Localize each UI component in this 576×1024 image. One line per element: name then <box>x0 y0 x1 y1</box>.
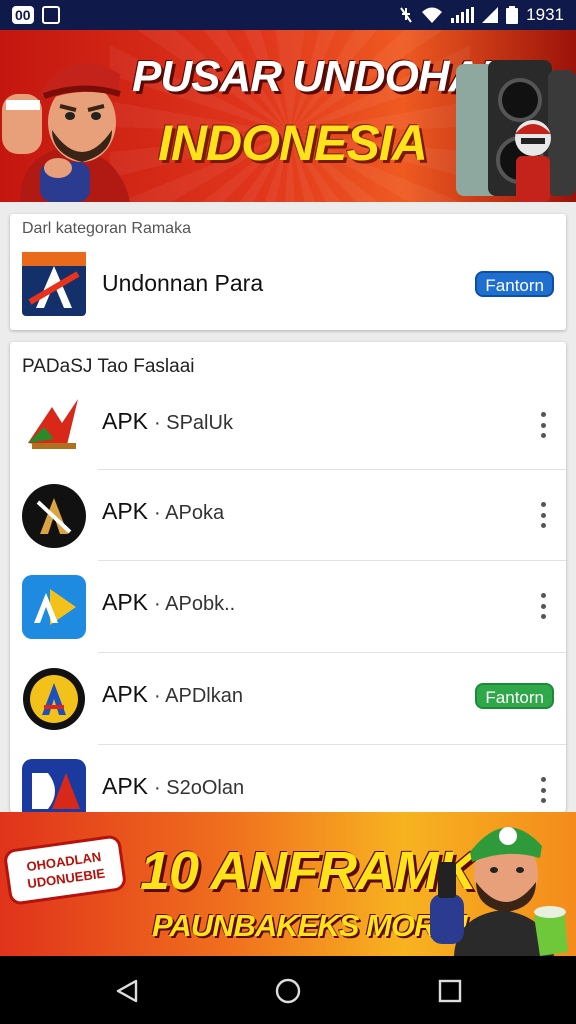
screen: 00 1931 PUSAR UNDOHAN INDONESIA Darl kat… <box>0 0 576 1024</box>
bottom-promo-banner[interactable]: OHOADLAN UDONUEBIE 10 ANFRAMK PAUNBAKEKS… <box>0 812 576 956</box>
list-item[interactable]: APK · SPalUk <box>10 380 566 470</box>
app-list-header: PADaSJ Tao Faslaai <box>22 356 195 377</box>
install-button[interactable]: Fantorn <box>475 683 554 709</box>
bottom-banner-title: 10 ANFRAMK <box>140 841 477 901</box>
bottom-banner-subtitle: PAUNBAKEKS MORO! <box>152 908 469 943</box>
top-promo-banner[interactable]: PUSAR UNDOHAN INDONESIA <box>0 30 576 202</box>
list-item-label: APK · APoka <box>102 498 225 524</box>
system-nav-bar <box>0 956 576 1024</box>
black-a-logo-icon <box>22 484 86 548</box>
notification-badge-icon: 00 <box>12 6 34 24</box>
mascot-illustration <box>2 62 130 202</box>
signal-triangle-icon <box>482 7 499 23</box>
list-item[interactable]: APK · APoka <box>10 470 566 561</box>
featured-app-name: Undonnan Para <box>102 270 264 296</box>
list-item-label: APK · APDlkan <box>102 681 243 707</box>
status-bar: 00 1931 <box>0 0 576 30</box>
list-item[interactable]: APK · APDlkan Fantorn <box>10 653 566 745</box>
featured-app-row[interactable]: Undonnan Para Fantorn <box>10 238 566 330</box>
recents-icon[interactable] <box>437 978 463 1004</box>
list-item-label: APK · SPalUk <box>102 408 233 434</box>
image-icon <box>41 6 60 24</box>
list-item-label: APK · S2oOlan <box>102 773 245 799</box>
app-a-icon <box>22 252 86 316</box>
more-options-icon[interactable] <box>538 502 548 528</box>
list-item[interactable]: APK · APobk.. <box>10 561 566 653</box>
battery-icon <box>506 6 519 24</box>
status-time: 1931 <box>526 5 564 24</box>
more-options-icon[interactable] <box>538 777 548 803</box>
wifi-icon <box>422 7 443 23</box>
more-options-icon[interactable] <box>538 412 548 438</box>
list-item-label: APK · APobk.. <box>102 589 236 615</box>
back-icon[interactable] <box>114 978 140 1004</box>
mute-icon <box>400 7 412 23</box>
featured-app-button[interactable]: Fantorn <box>475 271 554 297</box>
red-a-logo-icon <box>28 399 78 449</box>
app-list-card: PADaSJ Tao Faslaai APK · SPalUk APK · APok… <box>10 342 566 812</box>
featured-card: Darl kategoran Ramaka Undonnan Para Fant… <box>10 214 566 330</box>
list-item[interactable]: APK · S2oOlan <box>10 745 566 812</box>
signal-icon <box>451 7 475 23</box>
featured-card-header: Darl kategoran Ramaka <box>22 220 191 237</box>
home-icon[interactable] <box>275 978 301 1004</box>
da-logo-icon <box>22 759 86 812</box>
banner-title-line1: PUSAR UNDOHAN <box>132 52 511 101</box>
robot-mascot-illustration <box>515 120 551 202</box>
banner-title-line2: INDONESIA <box>158 115 428 171</box>
banner-sticker: OHOADLAN UDONUEBIE <box>2 834 128 906</box>
badge-a-logo-icon <box>23 668 85 730</box>
mascot-illustration <box>430 827 568 956</box>
blue-play-a-icon <box>22 575 86 639</box>
more-options-icon[interactable] <box>538 593 548 619</box>
